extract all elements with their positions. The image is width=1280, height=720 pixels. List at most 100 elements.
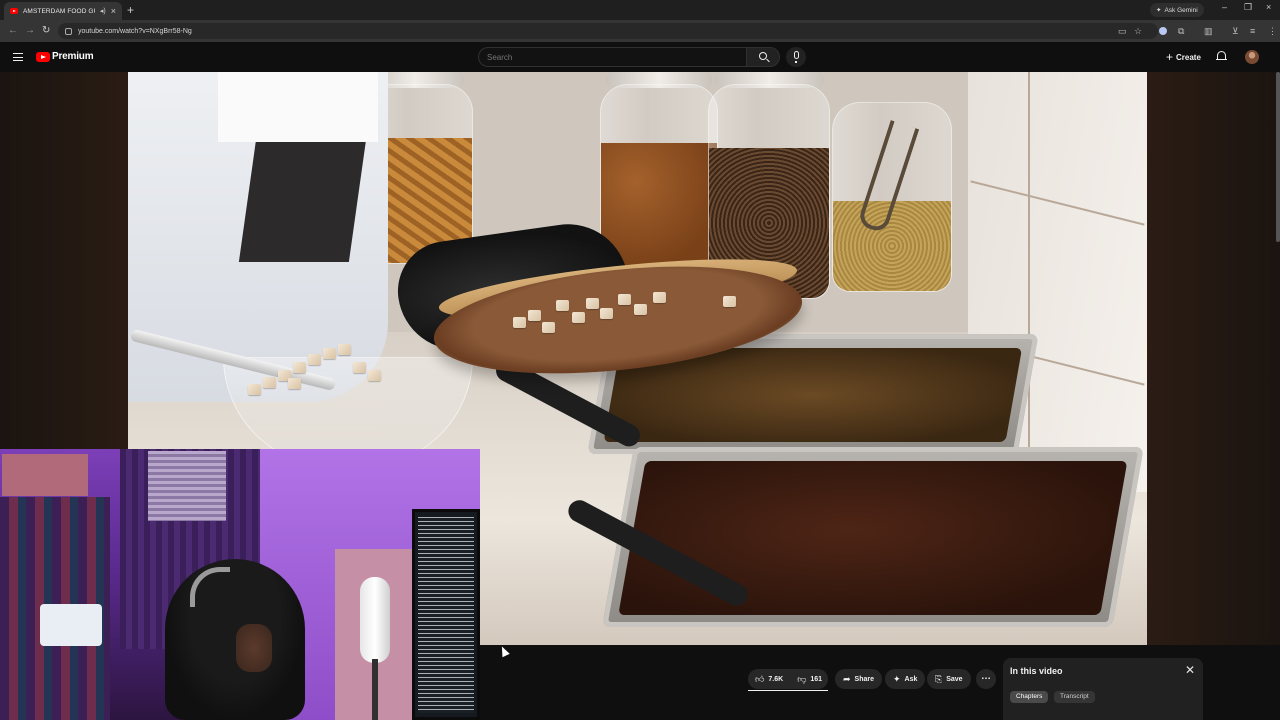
speaker-icon[interactable]: ◂) — [100, 7, 106, 15]
url-text: youtube.com/watch?v=NXgBrr58-Ng — [78, 27, 192, 35]
voice-search-button[interactable] — [786, 47, 806, 67]
fudge-cube — [288, 378, 301, 389]
browser-menu-icon[interactable]: ⋮ — [1268, 25, 1277, 37]
fudge-cube — [513, 317, 526, 328]
chip-transcript[interactable]: Transcript — [1054, 691, 1095, 703]
like-ratio-bar — [748, 690, 828, 691]
webcam-person-face — [236, 624, 272, 672]
chef-apron — [238, 132, 368, 262]
search-button[interactable] — [746, 47, 780, 67]
fudge-cube — [293, 362, 306, 373]
bookmark-icon: ⎘ — [935, 673, 943, 684]
create-button[interactable]: + Create — [1160, 48, 1207, 66]
tile-grout-line — [1028, 72, 1030, 492]
fudge-cube — [353, 362, 366, 373]
thumbs-down-icon: 👎︎ — [797, 673, 807, 684]
thumbs-up-icon: 👍︎ — [755, 673, 765, 684]
save-label: Save — [946, 675, 963, 683]
notifications-bell-icon[interactable] — [1215, 51, 1227, 60]
steel-tray-bottom — [602, 447, 1144, 627]
dislike-button[interactable]: 👎︎ 161 — [790, 669, 829, 689]
youtube-header: Premium + Create — [0, 42, 1280, 72]
plus-icon: + — [1166, 50, 1174, 64]
back-icon[interactable]: ← — [8, 25, 18, 37]
sidepanel-icon[interactable]: ▥ — [1204, 25, 1213, 37]
mouse-cursor-icon — [498, 644, 510, 658]
glass-jar-crumble — [600, 84, 718, 274]
new-tab-plus-icon[interactable]: + — [127, 3, 134, 17]
ask-label: Ask — [904, 675, 918, 683]
fudge-cube — [600, 308, 613, 319]
tile-grout-line — [970, 180, 1145, 226]
jar-fill — [833, 201, 951, 291]
ask-button[interactable]: ✦ Ask — [885, 669, 926, 689]
fudge-cube — [586, 298, 599, 309]
profile-switch-icon[interactable]: ⊻ — [1232, 25, 1239, 37]
youtube-logo-icon[interactable] — [36, 52, 50, 62]
share-button[interactable]: ➦ Share — [835, 669, 883, 689]
fudge-cube — [338, 344, 351, 355]
fudge-cube — [723, 296, 736, 307]
sparkle-icon: ✦ — [893, 673, 901, 684]
microphone-icon — [793, 51, 799, 63]
like-button[interactable]: 👍︎ 7.6K — [748, 669, 790, 689]
guide-menu-icon[interactable] — [13, 53, 23, 61]
restore-icon[interactable]: ❐ — [1244, 2, 1252, 13]
minimize-icon[interactable]: – — [1222, 2, 1227, 12]
webcam-overlay — [0, 449, 480, 720]
search-icon — [759, 52, 767, 60]
browser-tab-active[interactable]: AMSTERDAM FOOD GUIDE ◂) × — [4, 2, 122, 20]
create-label: Create — [1176, 52, 1201, 62]
bookmark-star-icon[interactable]: ☆ — [1134, 25, 1142, 37]
search-input[interactable] — [478, 47, 746, 67]
webcam-shelf — [2, 454, 88, 496]
webcam-monitor-code — [418, 517, 474, 713]
ask-gemini-button[interactable]: ✦ Ask Gemini — [1150, 3, 1204, 17]
window-close-icon[interactable]: × — [1266, 2, 1271, 12]
fudge-cube — [556, 300, 569, 311]
page-scrollbar[interactable] — [1276, 72, 1280, 242]
site-info-icon[interactable] — [65, 27, 72, 35]
fudge-cube — [263, 377, 276, 388]
save-button[interactable]: ⎘ Save — [927, 669, 971, 689]
webcam-mic-arm — [372, 659, 378, 720]
fudge-cube — [542, 322, 555, 333]
ask-gemini-label: Ask Gemini — [1164, 6, 1198, 14]
webcam-person-hoodie — [165, 559, 305, 720]
fudge-cube — [653, 292, 666, 303]
fudge-cube — [572, 312, 585, 323]
chef-shoulder — [218, 72, 378, 142]
close-icon[interactable]: ✕ — [1185, 663, 1195, 677]
like-dislike-group: 👍︎ 7.6K 👎︎ 161 — [748, 669, 828, 689]
browser-toolbar: ← → ↻ youtube.com/watch?v=NXgBrr58-Ng ▭ … — [0, 20, 1280, 42]
browser-profile-icon[interactable] — [1159, 27, 1167, 35]
share-label: Share — [854, 675, 875, 683]
fudge-cube — [248, 384, 261, 395]
tab-title: AMSTERDAM FOOD GUIDE — [23, 7, 95, 15]
fudge-cube — [308, 354, 321, 365]
reload-icon[interactable]: ↻ — [42, 25, 50, 37]
account-avatar[interactable] — [1245, 50, 1259, 64]
in-this-video-panel: In this video ✕ Chapters Transcript — [1003, 658, 1203, 720]
chip-chapters[interactable]: Chapters — [1010, 691, 1049, 703]
forward-icon[interactable]: → — [25, 25, 35, 37]
fudge-cube — [634, 304, 647, 315]
share-arrow-icon: ➦ — [843, 673, 851, 684]
extensions-icon[interactable]: ⧉ — [1178, 25, 1184, 37]
gemini-sparkle-icon: ✦ — [1156, 7, 1162, 14]
fudge-cube — [618, 294, 631, 305]
browser-tabstrip: AMSTERDAM FOOD GUIDE ◂) × + ✦ Ask Gemini… — [0, 0, 1280, 20]
like-count: 7.6K — [768, 675, 784, 683]
webcam-heater — [40, 604, 102, 646]
downloads-icon[interactable]: ≡ — [1250, 25, 1255, 37]
tab-close-icon[interactable]: × — [111, 6, 116, 16]
cast-icon[interactable]: ▭ — [1118, 25, 1127, 37]
webcam-microphone — [360, 577, 390, 663]
youtube-premium-logo[interactable]: Premium — [52, 51, 94, 62]
panel-title: In this video — [1010, 666, 1063, 676]
address-bar[interactable]: youtube.com/watch?v=NXgBrr58-Ng — [58, 23, 1158, 39]
more-actions-icon[interactable]: … — [976, 669, 996, 689]
dislike-count: 161 — [810, 675, 823, 683]
chocolate-sauce — [618, 461, 1128, 615]
fudge-cube — [368, 370, 381, 381]
